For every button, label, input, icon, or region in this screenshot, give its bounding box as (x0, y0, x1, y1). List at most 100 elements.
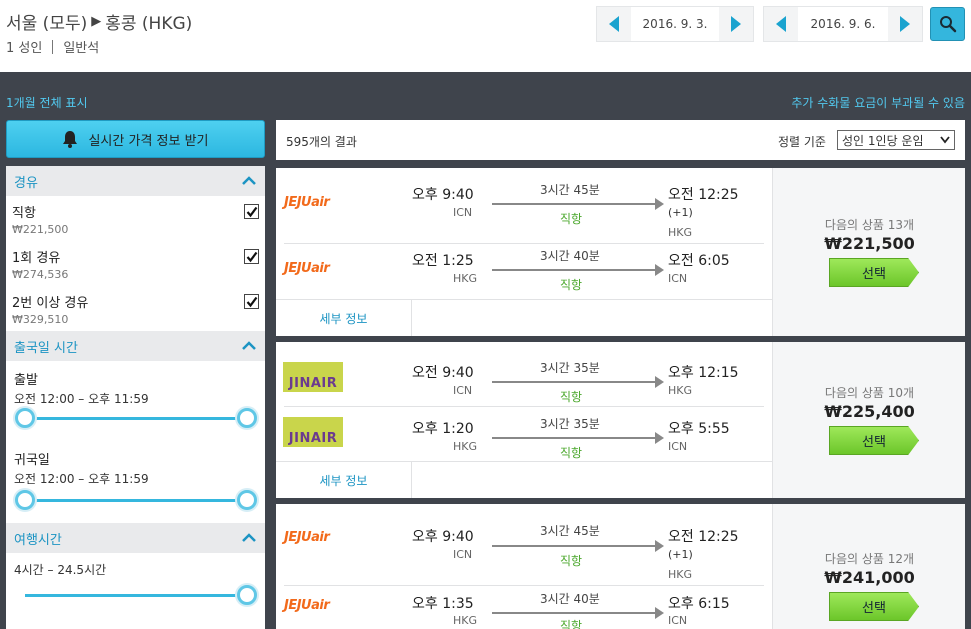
arrival-airport: ICN (668, 614, 688, 627)
outbound-time-track[interactable] (25, 417, 248, 420)
deal-count: 다음의 상품 12개 (824, 552, 915, 566)
flight-arrow-icon (492, 264, 664, 276)
return-time-filter: 귀국일 오전 12:00 – 오후 11:59 (6, 441, 265, 523)
search-button[interactable] (930, 7, 965, 41)
outbound-time-max-handle[interactable] (237, 408, 257, 428)
departure-airport: HKG (453, 614, 478, 627)
stops-option-one: 1회 경유 ₩274,536 (6, 241, 265, 286)
select-button[interactable]: 선택 (829, 258, 919, 287)
stops-filter-title: 경유 (14, 175, 38, 191)
times-filter-header[interactable]: 출국일 시간 (6, 331, 265, 361)
stops-one-checkbox[interactable] (244, 249, 259, 264)
flight-duration: 3시간 40분 (540, 249, 600, 263)
stops-direct-checkbox[interactable] (244, 204, 259, 219)
duration-filter-title: 여행시간 (14, 532, 62, 548)
departure-airport: ICN (453, 206, 473, 219)
search-summary-bar: 서울 (모두) ▶ 홍콩 (HKG) 1 성인 일반석 2016. 9. 3. … (0, 0, 971, 72)
stops-option-label: 2번 이상 경유 (12, 296, 89, 311)
return-time-min-handle[interactable] (15, 490, 35, 510)
details-link[interactable]: 세부 정보 (276, 300, 412, 336)
airline-logo: JEJUair (284, 598, 330, 613)
duration-filter-header[interactable]: 여행시간 (6, 523, 265, 553)
price-alert-button[interactable]: 실시간 가격 정보 받기 (6, 120, 265, 158)
flight-duration: 3시간 35분 (540, 417, 600, 431)
divider (284, 406, 764, 407)
arrival-time: 오전 6:05 (668, 253, 730, 269)
trip-info: 1 성인 일반석 (6, 37, 99, 56)
result-count: 595개의 결과 (286, 135, 357, 149)
departure-time: 오전 9:40 (412, 365, 474, 381)
flight-arrow-icon (492, 607, 664, 619)
details-link[interactable]: 세부 정보 (276, 462, 412, 498)
duration-track[interactable] (25, 594, 248, 597)
duration-range: 4시간 – 24.5시간 (14, 563, 107, 577)
bell-icon (63, 131, 78, 148)
return-time-track[interactable] (25, 499, 248, 502)
route-title: 서울 (모두) ▶ 홍콩 (HKG) (6, 9, 192, 34)
chevron-up-icon (242, 533, 256, 542)
stops-label: 직항 (560, 446, 583, 460)
flight-arrow-icon (492, 540, 664, 552)
departure-airport: HKG (453, 440, 478, 453)
flight-arrow-icon (492, 376, 664, 388)
flight-duration: 3시간 45분 (540, 183, 600, 197)
results-header: 595개의 결과 정렬 기준 성인 1인당 운임 (276, 120, 965, 160)
return-time-max-handle[interactable] (237, 490, 257, 510)
destination-label: 홍콩 (HKG) (105, 14, 193, 34)
return-next-date-button[interactable] (888, 7, 922, 41)
divider (52, 39, 54, 54)
chevron-left-icon (609, 16, 619, 32)
stops-label: 직항 (560, 619, 583, 629)
sort-label: 정렬 기준 (778, 135, 826, 149)
airline-logo: JEJUair (284, 530, 330, 545)
itinerary: JEJUair 오후 9:40 ICN 3시간 45분 직항 오전 12:25 … (276, 168, 772, 336)
baggage-notice-link[interactable]: 추가 수화물 요금이 부과될 수 있음 (791, 94, 965, 111)
airline-logo: JEJUair (284, 195, 330, 210)
duration-max-handle[interactable] (237, 585, 257, 605)
outbound-time-min-handle[interactable] (15, 408, 35, 428)
result-card: JEJUair 오후 9:40 ICN 3시간 45분 직항 오전 12:25 … (276, 168, 965, 336)
search-icon (939, 16, 956, 33)
return-date[interactable]: 2016. 9. 6. (798, 7, 888, 41)
departure-airport: ICN (453, 384, 473, 397)
departure-time: 오후 1:20 (412, 421, 474, 437)
arrival-airport: HKG (668, 568, 693, 581)
chevron-right-icon (900, 16, 910, 32)
departure-airport: HKG (453, 272, 478, 285)
arrival-airport: ICN (668, 440, 688, 453)
price-panel: 다음의 상품 13개 ₩221,500 선택 (772, 168, 965, 336)
departure-time: 오후 9:40 (412, 187, 474, 203)
stops-option-direct: 직항 ₩221,500 (6, 196, 265, 241)
route-arrow-icon: ▶ (91, 14, 102, 29)
select-button[interactable]: 선택 (829, 592, 919, 621)
stops-two-plus-checkbox[interactable] (244, 294, 259, 309)
depart-date[interactable]: 2016. 9. 3. (631, 7, 719, 41)
arrival-time: 오전 12:25 (668, 187, 739, 203)
depart-prev-date-button[interactable] (597, 7, 631, 41)
stops-filter-header[interactable]: 경유 (6, 166, 265, 196)
deal-count: 다음의 상품 10개 (824, 386, 915, 400)
arrival-airport: HKG (668, 384, 693, 397)
price-panel: 다음의 상품 12개 ₩241,000 선택 (772, 504, 965, 629)
depart-next-date-button[interactable] (719, 7, 753, 41)
return-time-range: 오전 12:00 – 오후 11:59 (14, 472, 149, 486)
airline-logo: JEJUair (284, 261, 330, 276)
sort-select-value: 성인 1인당 운임 (842, 133, 924, 148)
filter-panel: 경유 직항 ₩221,500 1회 경유 ₩274,536 2번 이상 경유 ₩… (6, 166, 265, 629)
arrival-time: 오후 12:15 (668, 365, 739, 381)
return-prev-date-button[interactable] (764, 7, 798, 41)
stops-label: 직항 (560, 390, 583, 404)
flight-arrow-icon (492, 198, 664, 210)
day-offset: (+1) (668, 548, 693, 561)
itinerary: JEJUair 오후 9:40 ICN 3시간 45분 직항 오전 12:25 … (276, 504, 772, 629)
select-button[interactable]: 선택 (829, 426, 919, 455)
return-time-label: 귀국일 (14, 453, 50, 468)
stops-label: 직항 (560, 278, 583, 292)
passenger-count: 1 성인 (6, 41, 43, 56)
chevron-up-icon (242, 176, 256, 185)
stops-label: 직항 (560, 212, 583, 226)
sort-select[interactable]: 성인 1인당 운임 (837, 130, 955, 150)
stops-option-two-plus: 2번 이상 경유 ₩329,510 (6, 286, 265, 331)
airline-logo: JINAIR (283, 417, 343, 447)
month-view-link[interactable]: 1개월 전체 표시 (6, 94, 88, 111)
